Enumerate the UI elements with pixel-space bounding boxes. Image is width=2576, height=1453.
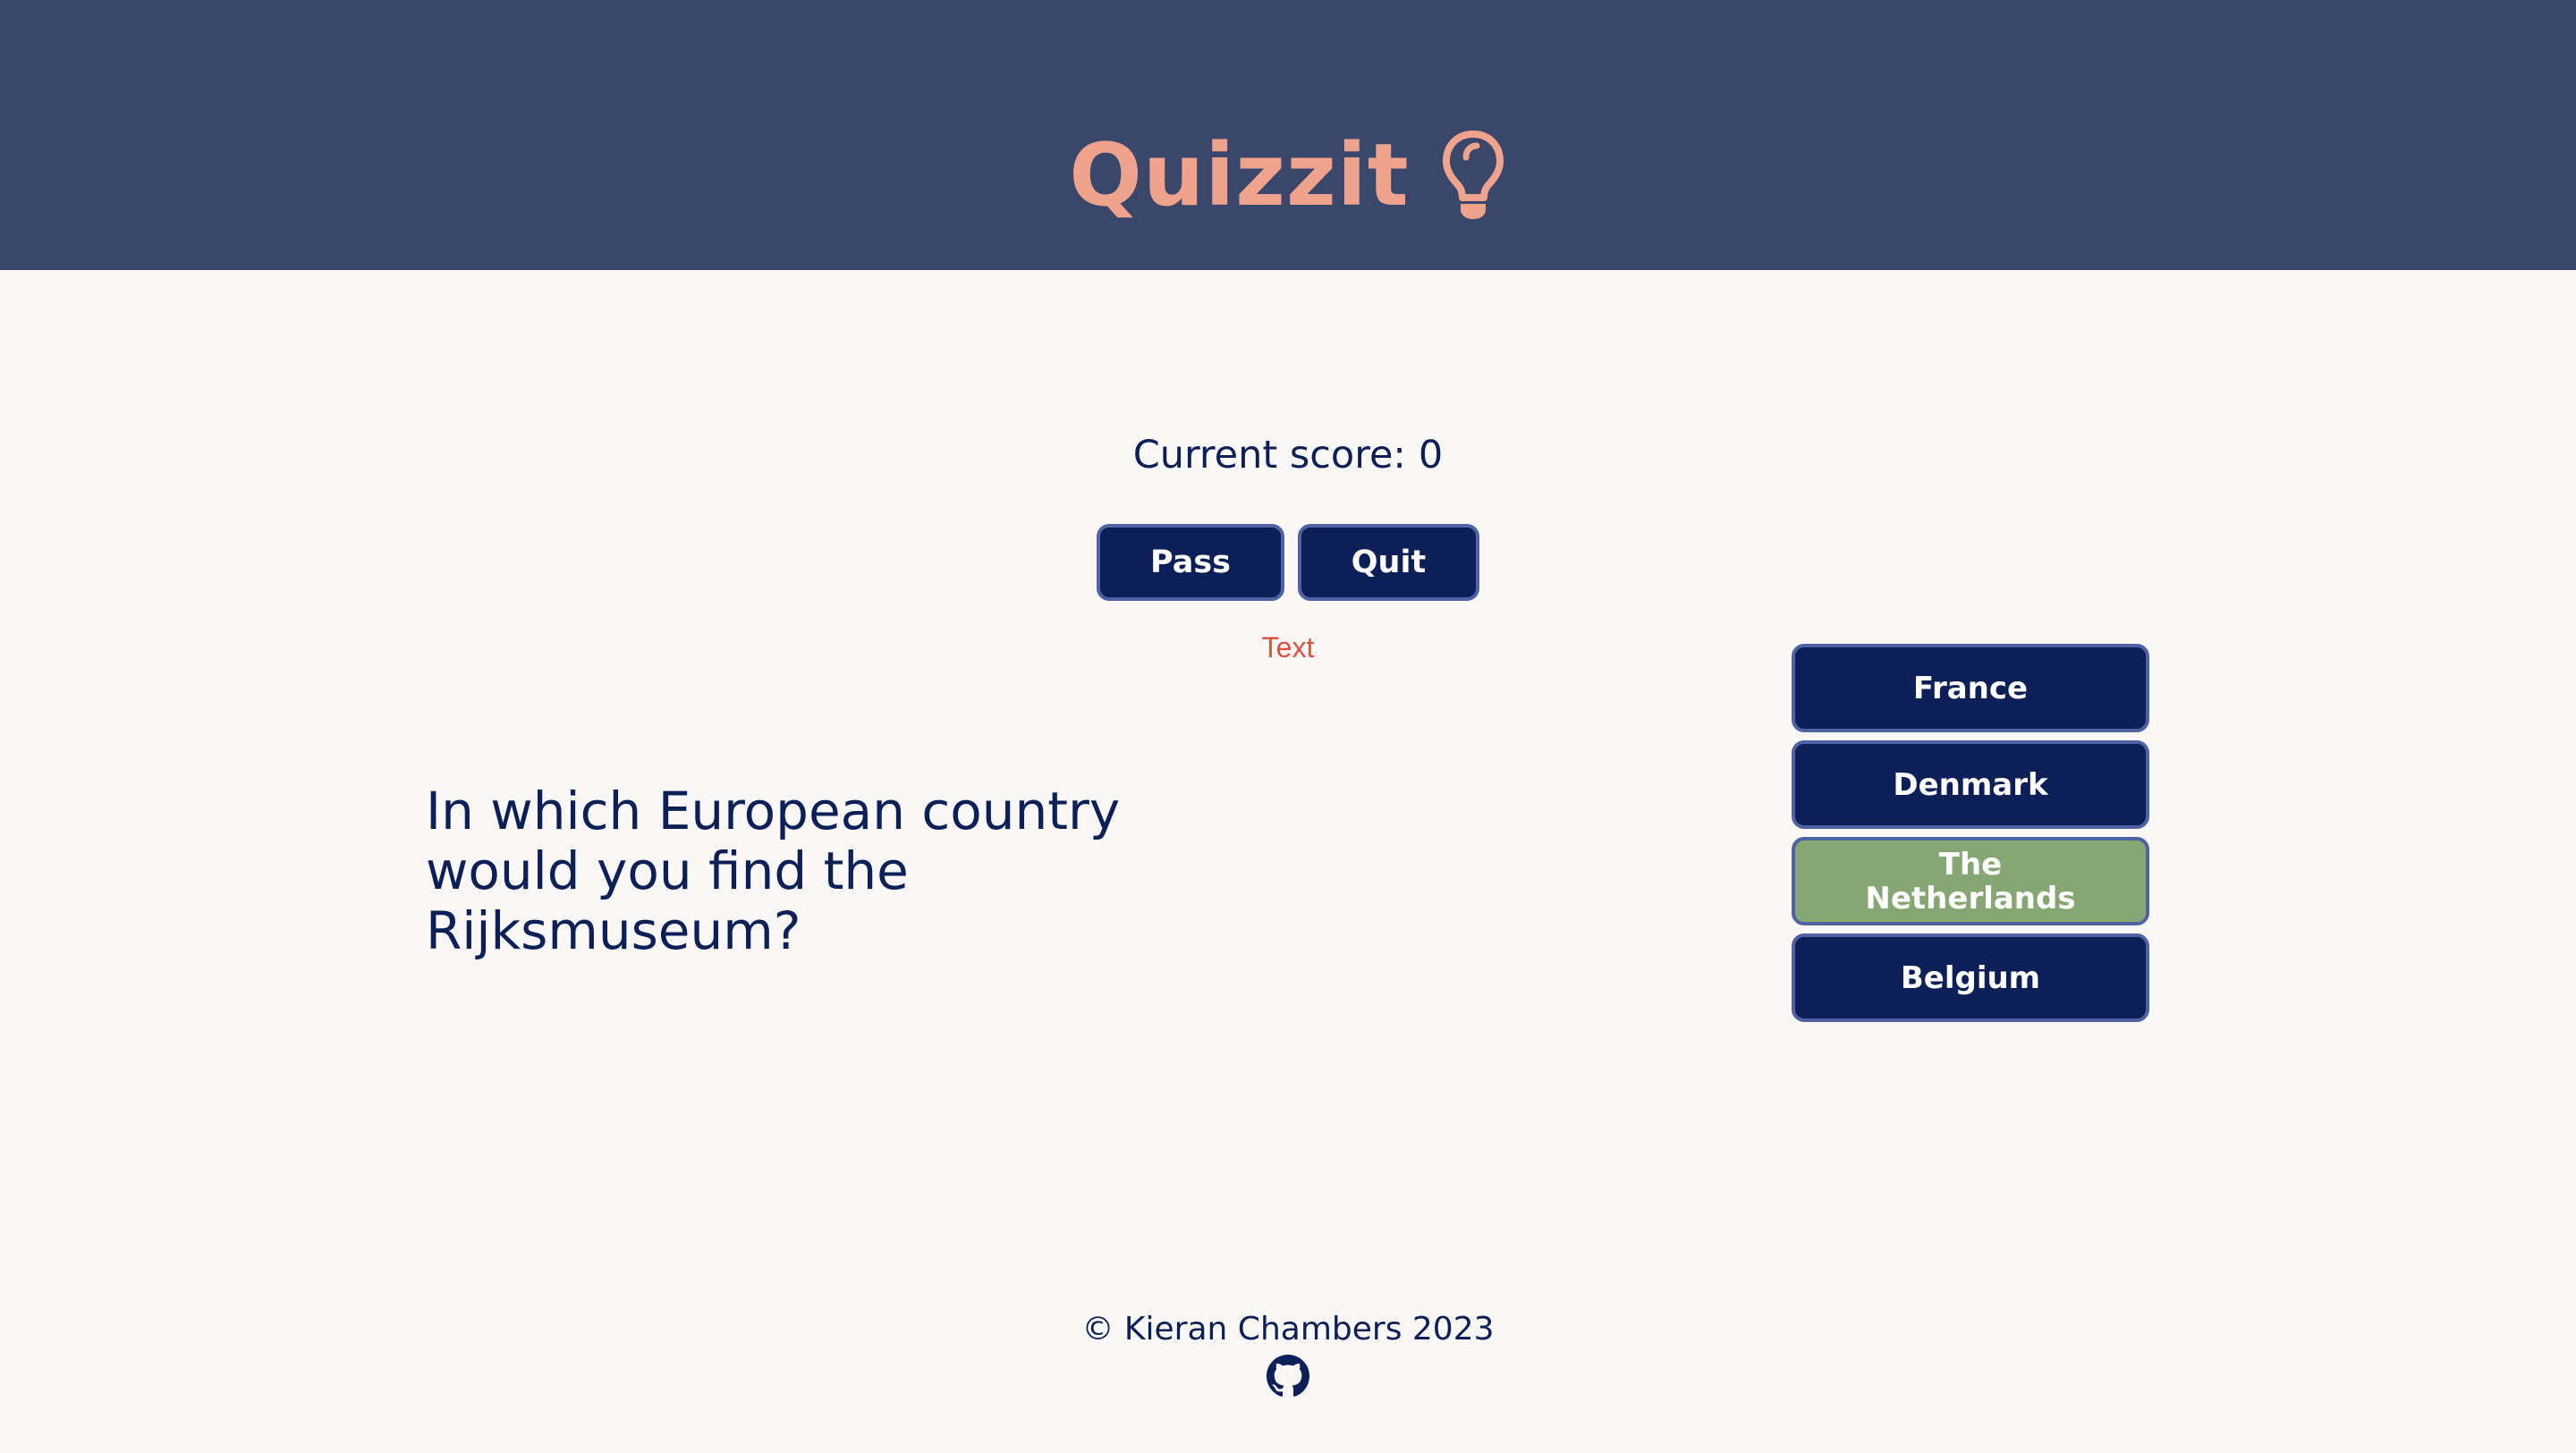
score-value: 0 — [1418, 433, 1444, 477]
github-icon[interactable] — [1267, 1355, 1309, 1398]
question-text: In which European country would you find… — [426, 781, 1121, 961]
app-title: Quizzit — [1069, 125, 1410, 225]
score-label: Current score: — [1132, 433, 1406, 477]
answer-button-france[interactable]: France — [1792, 644, 2149, 732]
answer-label: The Netherlands — [1865, 846, 2076, 917]
footer-copyright: © Kieran Chambers 2023 — [1081, 1311, 1495, 1347]
answer-label: Denmark — [1893, 766, 2048, 803]
answer-button-the-netherlands[interactable]: The Netherlands — [1792, 837, 2149, 925]
answer-label: Belgium — [1900, 959, 2041, 996]
site-header: Quizzit — [0, 0, 2576, 270]
answer-label: France — [1912, 670, 2029, 706]
answer-button-denmark[interactable]: Denmark — [1792, 740, 2149, 829]
score-display: Current score: 0 — [0, 433, 2576, 477]
brand: Quizzit — [0, 125, 2576, 225]
feedback-text: Text — [1261, 631, 1315, 663]
quit-button[interactable]: Quit — [1298, 524, 1479, 601]
lightbulb-icon — [1442, 131, 1504, 219]
pass-button[interactable]: Pass — [1097, 524, 1284, 601]
answer-button-belgium[interactable]: Belgium — [1792, 933, 2149, 1022]
